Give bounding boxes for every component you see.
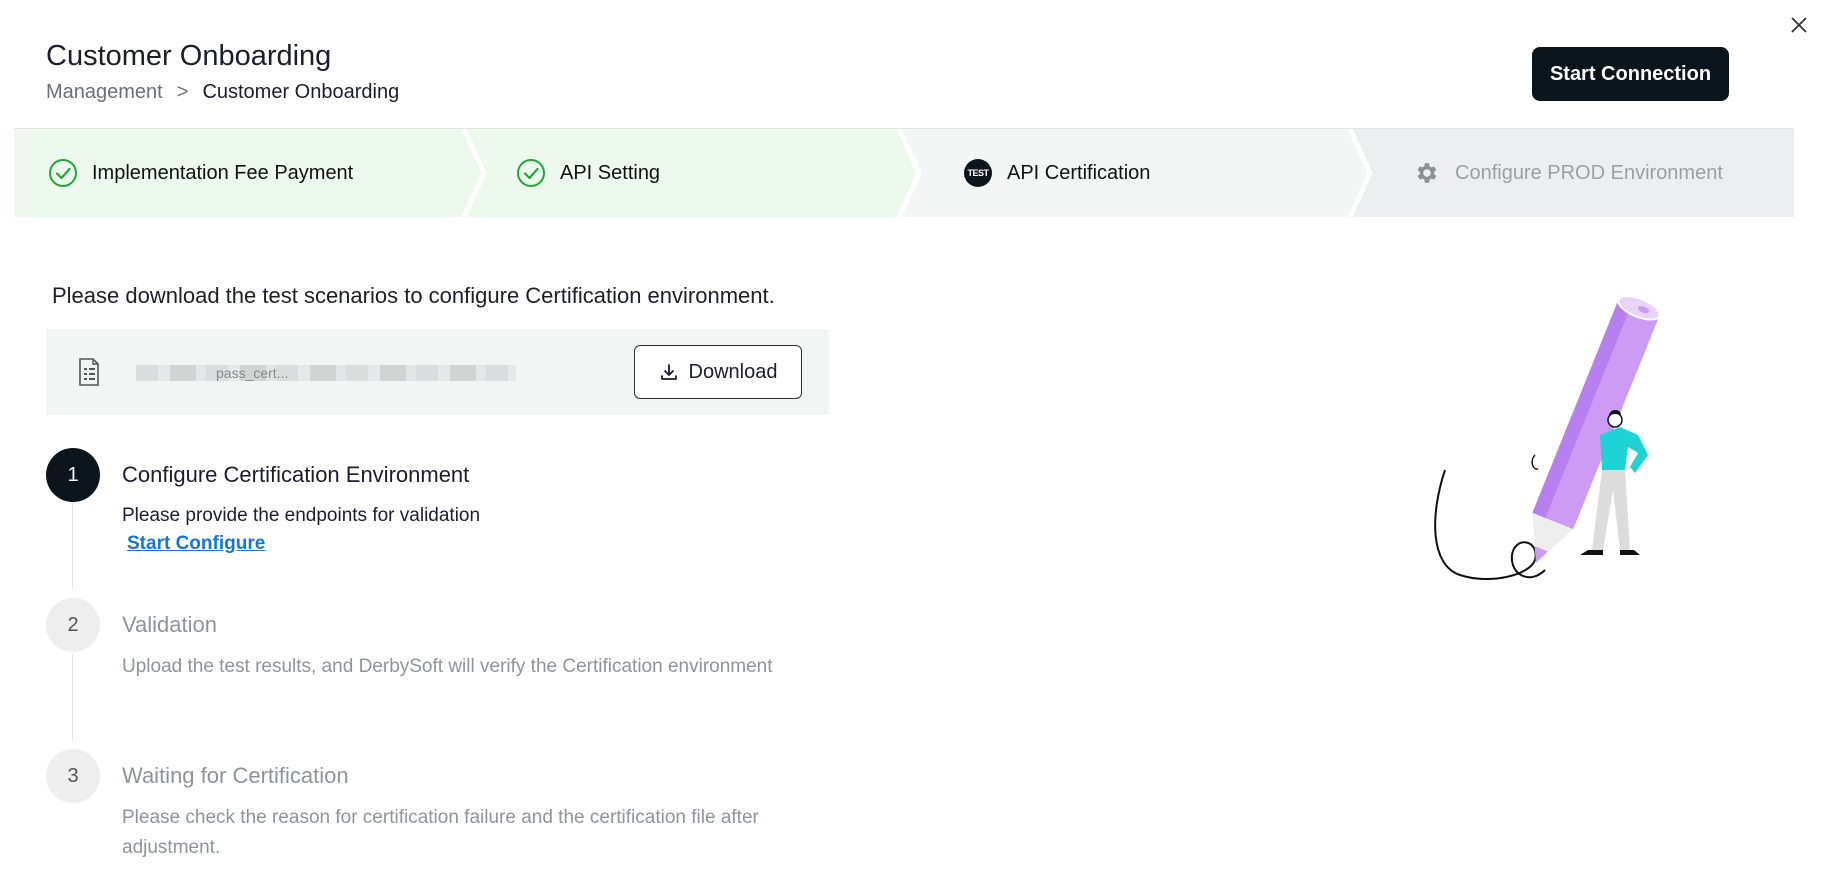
close-icon: [1791, 17, 1807, 33]
instruction-text: Please download the test scenarios to co…: [52, 283, 775, 308]
timeline-connector: [72, 502, 73, 588]
breadcrumb: Management > Customer Onboarding: [46, 81, 399, 104]
test-badge-text: TEST: [964, 159, 992, 187]
progress-steps-bar: Implementation Fee Payment API Setting T…: [14, 128, 1794, 217]
download-button[interactable]: Download: [634, 345, 802, 399]
download-label: Download: [688, 360, 778, 383]
step-label: API Certification: [1007, 161, 1151, 184]
step-label: Implementation Fee Payment: [92, 161, 354, 184]
pencil-person-illustration: [1434, 295, 1661, 581]
start-connection-button[interactable]: Start Connection: [1532, 47, 1729, 101]
substep-number-3: 3: [46, 749, 100, 803]
step-implementation-fee-payment[interactable]: Implementation Fee Payment: [48, 129, 353, 217]
breadcrumb-current: Customer Onboarding: [202, 81, 400, 103]
timeline-connector: [72, 654, 73, 740]
file-download-panel: pass_cert... Download: [46, 329, 829, 415]
gear-icon: [1411, 158, 1441, 188]
substep-description: Upload the test results, and DerbySoft w…: [122, 656, 773, 677]
check-circle-icon: [516, 158, 546, 188]
document-icon: [76, 357, 102, 387]
test-badge-icon: TEST: [963, 158, 993, 188]
breadcrumb-separator: >: [176, 81, 189, 103]
step-label: API Setting: [560, 161, 661, 184]
file-name: pass_cert...: [136, 365, 516, 381]
substep-number-2: 2: [46, 598, 100, 652]
page-title: Customer Onboarding: [46, 40, 332, 72]
substep-title: Waiting for Certification: [122, 763, 349, 788]
substep-title: Configure Certification Environment: [122, 462, 470, 487]
download-icon: [660, 364, 677, 380]
start-configure-link[interactable]: Start Configure: [127, 533, 265, 555]
check-circle-icon: [48, 158, 78, 188]
substep-title: Validation: [122, 612, 217, 637]
step-configure-prod-environment[interactable]: Configure PROD Environment: [1411, 129, 1723, 217]
blurred-filename-mask: [136, 365, 516, 381]
substep-description: Please check the reason for certificatio…: [122, 807, 759, 858]
step-api-certification[interactable]: TEST API Certification: [963, 129, 1150, 217]
substep-number-1: 1: [46, 448, 100, 502]
file-name-text: pass_cert...: [216, 365, 289, 381]
substep-description: Please provide the endpoints for validat…: [122, 505, 481, 526]
close-button[interactable]: [1786, 12, 1812, 38]
step-label: Configure PROD Environment: [1455, 161, 1723, 184]
breadcrumb-parent-link[interactable]: Management: [46, 81, 163, 104]
step-api-setting[interactable]: API Setting: [516, 129, 660, 217]
